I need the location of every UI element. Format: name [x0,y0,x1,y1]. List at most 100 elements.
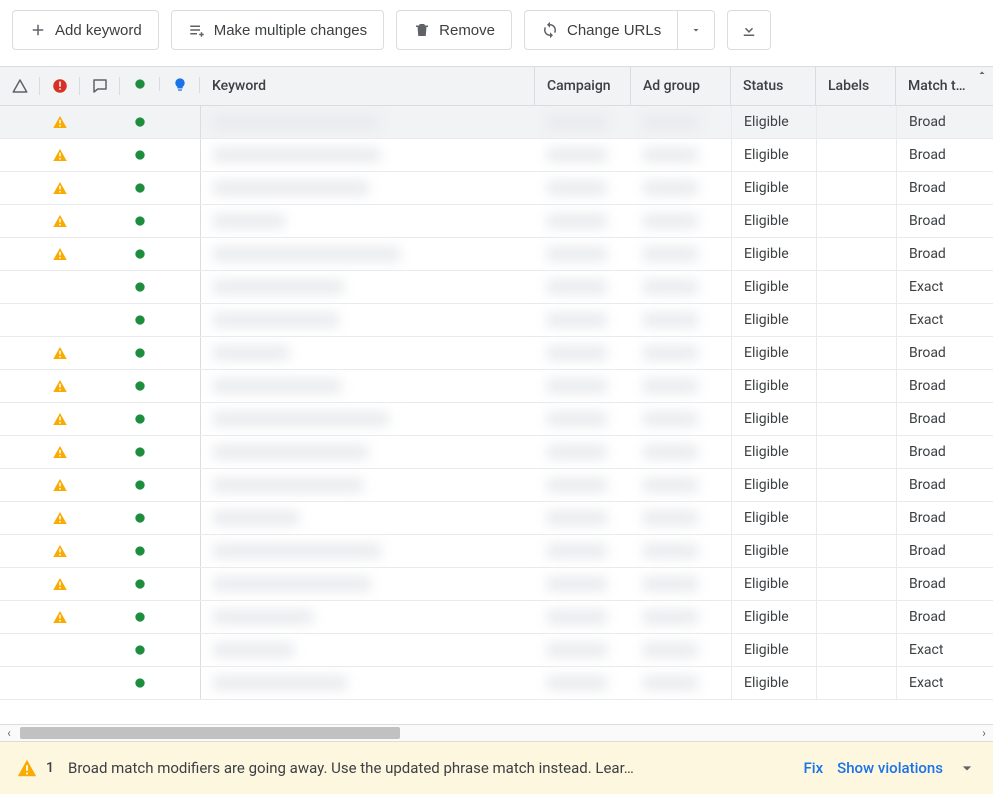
row-comment-cell [80,370,120,402]
row-recommendation-cell [160,634,200,666]
row-comment-cell [80,337,120,369]
adgroup-cell [631,568,731,600]
row-status-dot-cell [120,172,160,204]
adgroup-cell [631,469,731,501]
table-row[interactable]: EligibleBroad [0,403,993,436]
table-row[interactable]: EligibleBroad [0,370,993,403]
row-alert-cell [40,337,80,369]
adgroup-cell [631,667,731,699]
header-icon-columns [0,77,200,95]
scroll-track[interactable] [18,725,975,741]
scroll-right-button[interactable]: › [975,726,993,740]
adgroup-cell [631,403,731,435]
make-multiple-changes-button[interactable]: Make multiple changes [171,10,384,50]
status-cell: Eligible [731,568,816,600]
scroll-left-button[interactable]: ‹ [0,726,18,740]
match-type-cell: Broad [896,403,966,435]
table-row[interactable]: EligibleBroad [0,535,993,568]
table-row[interactable]: EligibleBroad [0,205,993,238]
status-cell: Eligible [731,106,816,138]
change-urls-label: Change URLs [567,22,661,39]
col-header-ad-group[interactable]: Ad group [631,67,731,105]
row-error-cell [0,436,40,468]
col-header-campaign[interactable]: Campaign [535,67,631,105]
table-row[interactable]: EligibleBroad [0,568,993,601]
adgroup-cell [631,271,731,303]
match-type-cell: Broad [896,535,966,567]
table-row[interactable]: EligibleExact [0,634,993,667]
keyword-cell [200,634,535,666]
add-keyword-label: Add keyword [55,22,142,39]
header-recommendations-col[interactable] [160,77,200,93]
collapse-notification-button[interactable] [957,758,977,778]
campaign-cell [535,469,631,501]
row-comment-cell [80,568,120,600]
row-error-cell [0,304,40,336]
header-alerts-col[interactable] [40,77,80,95]
download-icon [740,21,758,39]
remove-label: Remove [439,22,495,39]
header-status-col[interactable] [120,77,160,91]
table-row[interactable]: EligibleExact [0,304,993,337]
row-status-dot-cell [120,304,160,336]
scroll-up-button[interactable] [973,67,991,107]
campaign-cell [535,568,631,600]
row-recommendation-cell [160,271,200,303]
table-row[interactable]: EligibleBroad [0,601,993,634]
scroll-thumb[interactable] [20,727,400,739]
row-alert-cell [40,271,80,303]
row-comment-cell [80,601,120,633]
table-row[interactable]: EligibleBroad [0,106,993,139]
col-header-match-type[interactable]: Match t… [896,67,966,105]
table-row[interactable]: EligibleBroad [0,139,993,172]
col-header-keyword[interactable]: Keyword [200,67,535,105]
table-row[interactable]: EligibleBroad [0,238,993,271]
col-header-labels[interactable]: Labels [816,67,896,105]
labels-cell [816,337,896,369]
row-comment-cell [80,238,120,270]
show-violations-link[interactable]: Show violations [837,759,943,777]
add-keyword-button[interactable]: Add keyword [12,10,159,50]
remove-button[interactable]: Remove [396,10,512,50]
table-row[interactable]: EligibleBroad [0,469,993,502]
download-button[interactable] [727,10,771,50]
change-urls-button[interactable]: Change URLs [524,10,678,50]
col-header-status[interactable]: Status [731,67,816,105]
row-alert-cell [40,106,80,138]
keyword-cell [200,139,535,171]
match-type-cell: Broad [896,502,966,534]
row-status-dot-cell [120,535,160,567]
adgroup-cell [631,139,731,171]
adgroup-cell [631,106,731,138]
campaign-cell [535,304,631,336]
status-cell: Eligible [731,634,816,666]
header-errors-col[interactable] [0,77,40,95]
match-type-cell: Broad [896,436,966,468]
row-recommendation-cell [160,469,200,501]
status-cell: Eligible [731,271,816,303]
row-error-cell [0,337,40,369]
table-row[interactable]: EligibleExact [0,667,993,700]
row-recommendation-cell [160,238,200,270]
table-row[interactable]: EligibleBroad [0,337,993,370]
triangle-outline-icon [11,77,29,95]
table-row[interactable]: EligibleBroad [0,172,993,205]
table-row[interactable]: EligibleBroad [0,436,993,469]
keyword-cell [200,106,535,138]
header-comments-col[interactable] [80,77,120,95]
fix-link[interactable]: Fix [803,759,823,777]
labels-cell [816,172,896,204]
row-alert-cell [40,172,80,204]
horizontal-scrollbar[interactable]: ‹ › [0,724,993,742]
status-cell: Eligible [731,172,816,204]
keyword-cell [200,601,535,633]
table-row[interactable]: EligibleBroad [0,502,993,535]
change-urls-dropdown-button[interactable] [678,10,715,50]
row-recommendation-cell [160,436,200,468]
notification-count: 1 [46,760,54,776]
row-alert-cell [40,238,80,270]
table-row[interactable]: EligibleExact [0,271,993,304]
campaign-cell [535,172,631,204]
match-type-cell: Broad [896,601,966,633]
lightbulb-icon [172,77,188,93]
